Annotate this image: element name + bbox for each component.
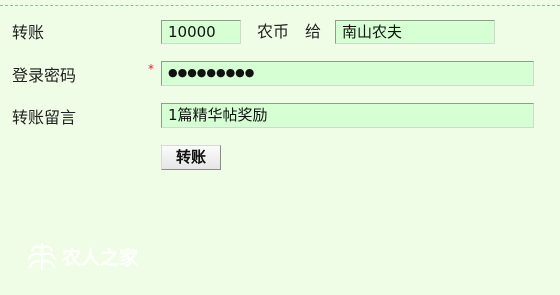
top-divider xyxy=(0,5,560,6)
watermark-text: 农人之家 xyxy=(62,246,139,269)
wheat-logo-icon xyxy=(28,243,56,271)
recipient-input[interactable]: 南山农夫 xyxy=(335,20,495,44)
amount-input[interactable]: 10000 xyxy=(161,20,241,44)
required-mark: * xyxy=(148,62,154,76)
submit-transfer-button[interactable]: 转账 xyxy=(161,145,221,170)
password-label: 登录密码 xyxy=(12,66,77,85)
currency-text: 农币 xyxy=(257,22,290,41)
amount-label: 转账 xyxy=(12,23,45,42)
watermark: 农人之家 xyxy=(24,240,138,272)
message-label: 转账留言 xyxy=(12,108,77,127)
message-input[interactable]: 1篇精华帖奖励 xyxy=(161,103,534,128)
password-input[interactable]: ●●●●●●●●● xyxy=(161,61,534,86)
to-text: 给 xyxy=(305,22,322,41)
